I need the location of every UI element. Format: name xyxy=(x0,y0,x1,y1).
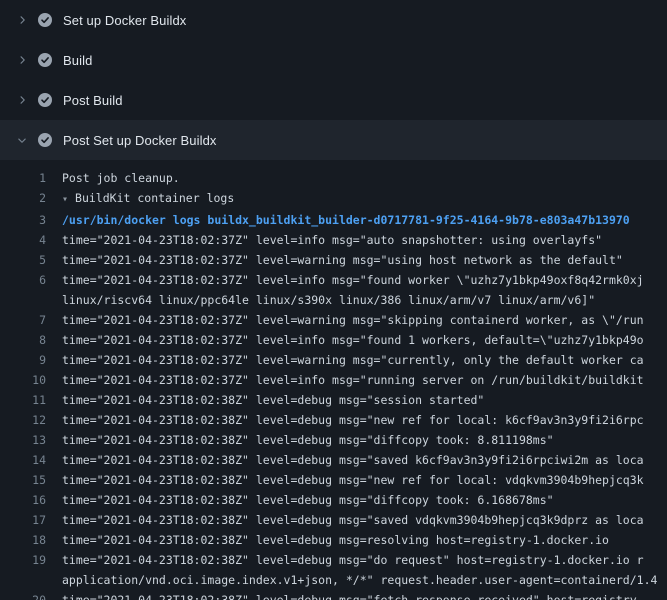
log-line: 9time="2021-04-23T18:02:37Z" level=warni… xyxy=(0,350,667,370)
log-text: Post job cleanup. xyxy=(46,168,180,188)
log-text: time="2021-04-23T18:02:38Z" level=debug … xyxy=(46,430,554,450)
line-number[interactable]: 15 xyxy=(0,470,46,490)
log-text: time="2021-04-23T18:02:38Z" level=debug … xyxy=(46,490,554,510)
log-line: 18time="2021-04-23T18:02:38Z" level=debu… xyxy=(0,530,667,550)
log-lines: 1Post job cleanup.2▾BuildKit container l… xyxy=(0,160,667,600)
log-text: ▾BuildKit container logs xyxy=(46,188,234,210)
line-number[interactable]: 4 xyxy=(0,230,46,250)
chevron-right-icon xyxy=(14,52,30,68)
log-text: time="2021-04-23T18:02:37Z" level=info m… xyxy=(46,270,644,290)
log-text: time="2021-04-23T18:02:38Z" level=debug … xyxy=(46,590,644,600)
log-line: 17time="2021-04-23T18:02:38Z" level=debu… xyxy=(0,510,667,530)
line-number[interactable]: 1 xyxy=(0,168,46,188)
line-number[interactable]: 14 xyxy=(0,450,46,470)
group-toggle-icon[interactable]: ▾ xyxy=(62,194,68,205)
log-text: time="2021-04-23T18:02:37Z" level=info m… xyxy=(46,330,644,350)
line-number[interactable]: 10 xyxy=(0,370,46,390)
line-number[interactable]: 5 xyxy=(0,250,46,270)
log-line: 3/usr/bin/docker logs buildx_buildkit_bu… xyxy=(0,210,667,230)
check-circle-icon xyxy=(37,132,53,148)
line-number[interactable]: 19 xyxy=(0,550,46,570)
step-header-setup-docker-buildx[interactable]: Set up Docker Buildx xyxy=(0,0,667,40)
log-line: 12time="2021-04-23T18:02:38Z" level=debu… xyxy=(0,410,667,430)
log-text: time="2021-04-23T18:02:38Z" level=debug … xyxy=(46,470,644,490)
line-number[interactable] xyxy=(0,290,46,310)
step-label: Set up Docker Buildx xyxy=(63,13,186,28)
step-header-post-setup-docker-buildx[interactable]: Post Set up Docker Buildx xyxy=(0,120,667,160)
check-circle-icon xyxy=(37,52,53,68)
line-number[interactable]: 7 xyxy=(0,310,46,330)
log-line: 1Post job cleanup. xyxy=(0,168,667,188)
log-line: 8time="2021-04-23T18:02:37Z" level=info … xyxy=(0,330,667,350)
workflow-log-viewer: Set up Docker Buildx Build Post Build Po… xyxy=(0,0,667,600)
log-text: time="2021-04-23T18:02:37Z" level=warnin… xyxy=(46,250,623,270)
step-label: Post Set up Docker Buildx xyxy=(63,133,217,148)
log-text: time="2021-04-23T18:02:38Z" level=debug … xyxy=(46,410,644,430)
line-number[interactable]: 2 xyxy=(0,188,46,210)
check-circle-icon xyxy=(37,12,53,28)
log-line: 20time="2021-04-23T18:02:38Z" level=debu… xyxy=(0,590,667,600)
line-number[interactable]: 3 xyxy=(0,210,46,230)
log-line: 11time="2021-04-23T18:02:38Z" level=debu… xyxy=(0,390,667,410)
chevron-right-icon xyxy=(14,12,30,28)
log-text: application/vnd.oci.image.index.v1+json,… xyxy=(46,570,657,590)
log-text: linux/riscv64 linux/ppc64le linux/s390x … xyxy=(46,290,595,310)
log-line: 6time="2021-04-23T18:02:37Z" level=info … xyxy=(0,270,667,290)
log-line: 7time="2021-04-23T18:02:37Z" level=warni… xyxy=(0,310,667,330)
log-line: application/vnd.oci.image.index.v1+json,… xyxy=(0,570,667,590)
log-text: time="2021-04-23T18:02:38Z" level=debug … xyxy=(46,510,644,530)
log-text: /usr/bin/docker logs buildx_buildkit_bui… xyxy=(46,210,630,230)
line-number[interactable]: 8 xyxy=(0,330,46,350)
line-number[interactable]: 12 xyxy=(0,410,46,430)
log-line: linux/riscv64 linux/ppc64le linux/s390x … xyxy=(0,290,667,310)
log-line: 10time="2021-04-23T18:02:37Z" level=info… xyxy=(0,370,667,390)
log-line: 15time="2021-04-23T18:02:38Z" level=debu… xyxy=(0,470,667,490)
chevron-right-icon xyxy=(14,92,30,108)
line-number[interactable]: 13 xyxy=(0,430,46,450)
log-text: time="2021-04-23T18:02:38Z" level=debug … xyxy=(46,390,484,410)
log-line: 4time="2021-04-23T18:02:37Z" level=info … xyxy=(0,230,667,250)
log-line: 16time="2021-04-23T18:02:38Z" level=debu… xyxy=(0,490,667,510)
step-label: Build xyxy=(63,53,92,68)
line-number[interactable]: 11 xyxy=(0,390,46,410)
log-line: 13time="2021-04-23T18:02:38Z" level=debu… xyxy=(0,430,667,450)
line-number[interactable]: 18 xyxy=(0,530,46,550)
log-text: time="2021-04-23T18:02:38Z" level=debug … xyxy=(46,550,644,570)
chevron-down-icon xyxy=(14,132,30,148)
line-number[interactable] xyxy=(0,570,46,590)
log-text: time="2021-04-23T18:02:37Z" level=warnin… xyxy=(46,350,644,370)
log-line: 2▾BuildKit container logs xyxy=(0,188,667,210)
log-line: 14time="2021-04-23T18:02:38Z" level=debu… xyxy=(0,450,667,470)
log-text: time="2021-04-23T18:02:38Z" level=debug … xyxy=(46,530,609,550)
line-number[interactable]: 9 xyxy=(0,350,46,370)
log-line: 19time="2021-04-23T18:02:38Z" level=debu… xyxy=(0,550,667,570)
check-circle-icon xyxy=(37,92,53,108)
log-text: time="2021-04-23T18:02:37Z" level=warnin… xyxy=(46,310,644,330)
line-number[interactable]: 16 xyxy=(0,490,46,510)
step-header-build[interactable]: Build xyxy=(0,40,667,80)
log-text: time="2021-04-23T18:02:38Z" level=debug … xyxy=(46,450,644,470)
line-number[interactable]: 17 xyxy=(0,510,46,530)
step-header-post-build[interactable]: Post Build xyxy=(0,80,667,120)
line-number[interactable]: 6 xyxy=(0,270,46,290)
log-text: time="2021-04-23T18:02:37Z" level=info m… xyxy=(46,370,644,390)
log-line: 5time="2021-04-23T18:02:37Z" level=warni… xyxy=(0,250,667,270)
log-text: time="2021-04-23T18:02:37Z" level=info m… xyxy=(46,230,602,250)
step-label: Post Build xyxy=(63,93,123,108)
line-number[interactable]: 20 xyxy=(0,590,46,600)
